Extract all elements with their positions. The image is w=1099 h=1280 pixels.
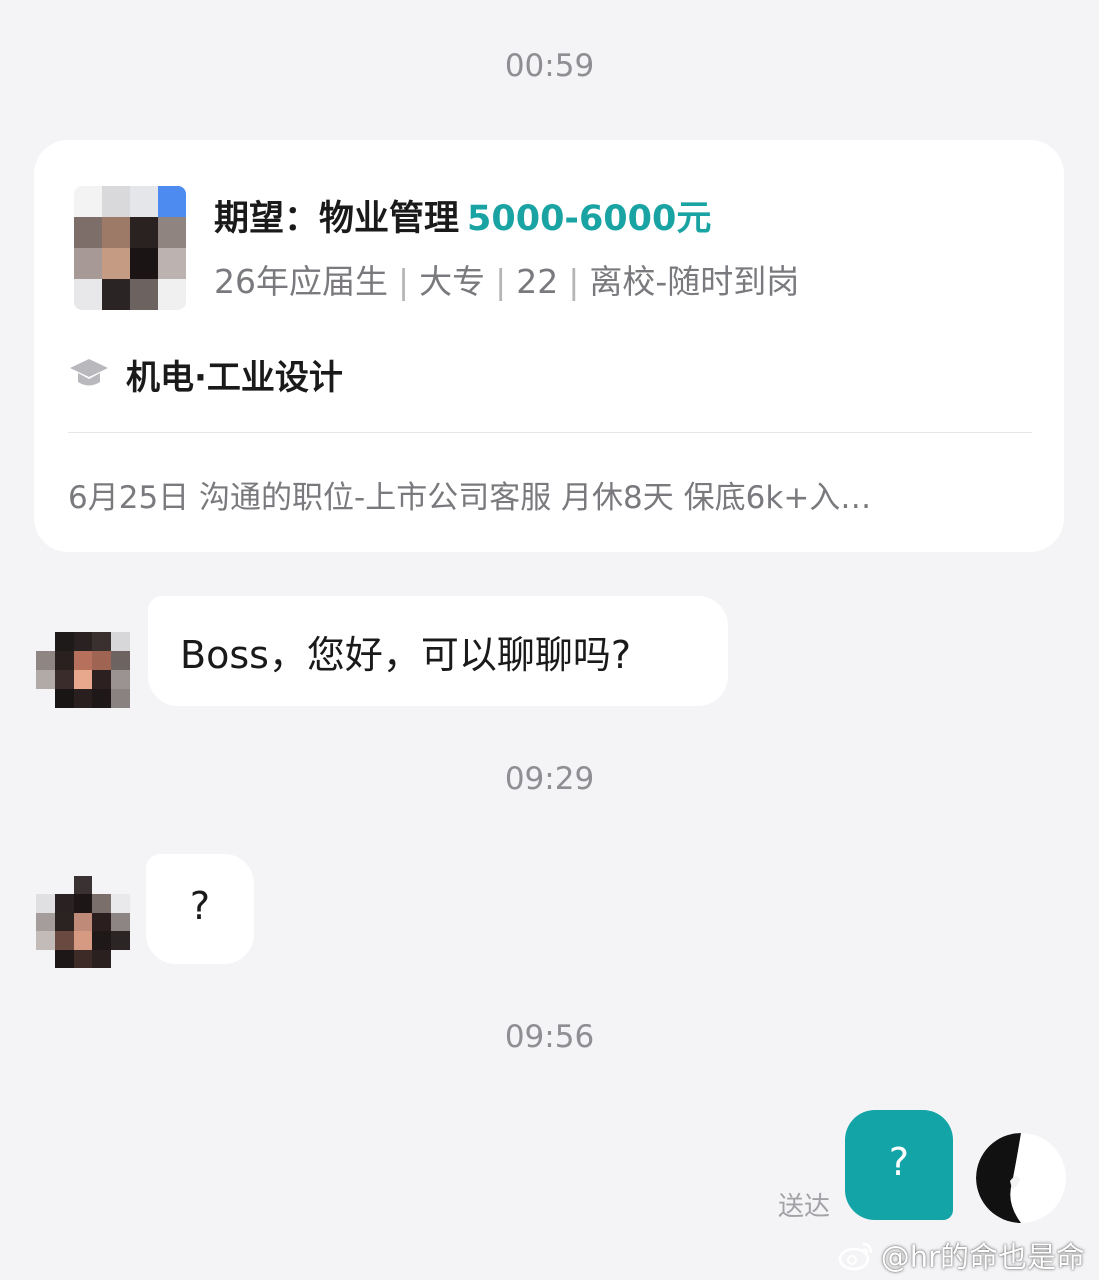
message-text: ? bbox=[888, 1140, 910, 1184]
timestamp: 00:59 bbox=[504, 48, 595, 84]
expectation-title: 期望：物业管理 5000-6000元 bbox=[214, 190, 711, 241]
message-bubble[interactable]: ? bbox=[146, 854, 254, 964]
my-message-bubble[interactable]: ? bbox=[845, 1110, 953, 1220]
graduation-year: 26年应届生 bbox=[214, 262, 388, 301]
delivery-status: 送达 bbox=[778, 1192, 831, 1222]
major: 机电·工业设计 bbox=[126, 357, 343, 398]
my-avatar[interactable] bbox=[976, 1133, 1066, 1223]
divider bbox=[68, 432, 1032, 433]
candidate-avatar[interactable] bbox=[36, 876, 130, 968]
availability: 离校-随时到岗 bbox=[589, 262, 800, 301]
graduation-cap-icon bbox=[70, 359, 108, 386]
age: 22 bbox=[516, 262, 559, 301]
watermark-text: @hr的命也是命 bbox=[880, 1240, 1085, 1274]
major-row: 机电·工业设计 bbox=[68, 352, 343, 398]
candidate-resume-card[interactable]: 期望：物业管理 5000-6000元 26年应届生 | 大专 | 22 | 离校-随时到岗 机… bbox=[34, 140, 1064, 552]
expectation-label: 期望：物业管理 bbox=[214, 199, 460, 239]
weibo-watermark: @hr的命也是命 bbox=[837, 1234, 1085, 1276]
meta-separator: | bbox=[568, 262, 580, 301]
candidate-meta: 26年应届生 | 大专 | 22 | 离校-随时到岗 bbox=[214, 255, 799, 303]
candidate-avatar[interactable] bbox=[36, 632, 130, 708]
timestamp: 09:29 bbox=[504, 761, 595, 797]
salary-range: 5000-6000元 bbox=[467, 199, 712, 239]
my-avatar-image bbox=[976, 1133, 1021, 1223]
candidate-avatar[interactable] bbox=[74, 186, 186, 310]
meta-separator: | bbox=[398, 262, 410, 301]
meta-separator: | bbox=[495, 262, 507, 301]
weibo-icon bbox=[838, 1242, 872, 1271]
message-text: ? bbox=[189, 884, 211, 928]
message-bubble[interactable]: Boss，您好，可以聊聊吗? bbox=[148, 596, 728, 706]
message-text: Boss，您好，可以聊聊吗? bbox=[180, 632, 632, 677]
job-communicated[interactable]: 6月25日 沟通的职位-上市公司客服 月休8天 保底6k+入… bbox=[68, 472, 871, 517]
education-level: 大专 bbox=[419, 262, 486, 301]
timestamp: 09:56 bbox=[504, 1019, 595, 1055]
